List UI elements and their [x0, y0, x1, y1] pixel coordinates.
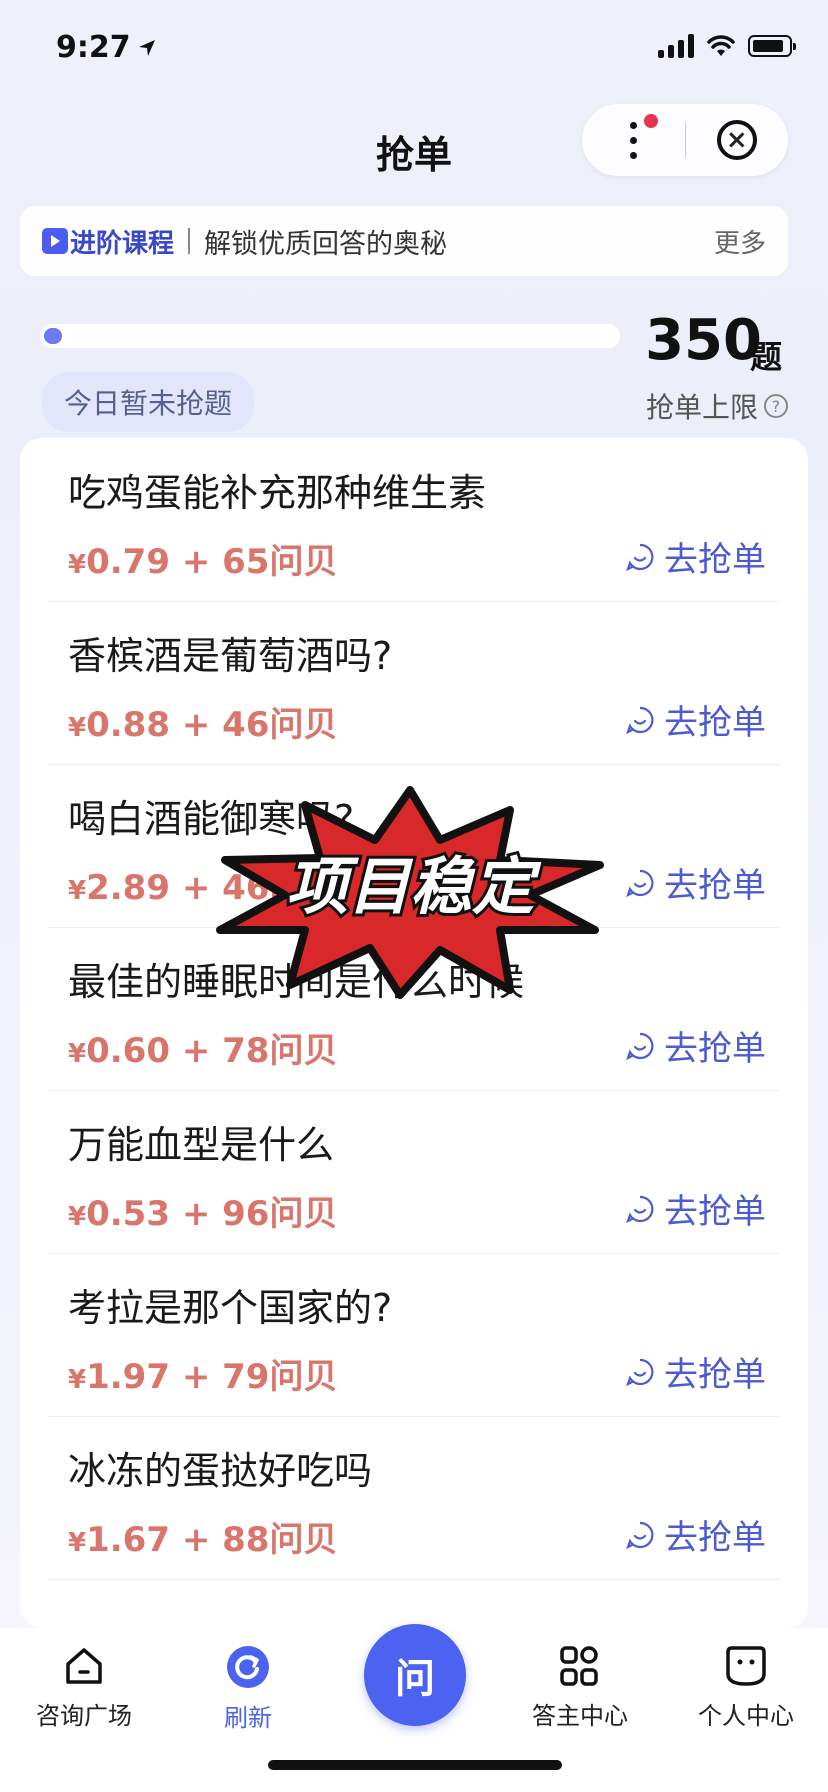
course-banner[interactable]: 进阶课程 解锁优质回答的奥秘 更多	[20, 206, 788, 276]
limit-label: 抢单上限	[645, 391, 758, 424]
item-price: ¥0.60 + 78问贝	[68, 1031, 338, 1071]
item-question: 考拉是那个国家的?	[68, 1286, 393, 1330]
item-price: ¥0.53 + 96问贝	[68, 1194, 338, 1234]
grab-order-button[interactable]: 去抢单	[626, 1021, 766, 1070]
grid-icon	[560, 1646, 598, 1686]
banner-tag: 进阶课程	[70, 228, 175, 259]
status-indicators	[658, 34, 796, 58]
grab-order-button[interactable]: 去抢单	[626, 695, 766, 744]
time-text: 9:27	[56, 30, 131, 65]
smile-icon	[626, 1521, 654, 1549]
banner-separator	[188, 228, 191, 254]
location-arrow-icon	[138, 39, 155, 56]
stamp-burst: 项目稳定	[216, 786, 604, 999]
tab-label: 咨询广场	[36, 1702, 132, 1730]
limit-value: 350	[645, 308, 762, 373]
grab-order-button[interactable]: 去抢单	[626, 532, 766, 581]
item-price: ¥1.67 + 88问贝	[68, 1520, 338, 1560]
grab-order-button[interactable]: 去抢单	[626, 1510, 766, 1559]
notification-dot	[644, 114, 658, 128]
more-dots-icon	[629, 121, 637, 159]
smile-icon	[626, 706, 654, 734]
smile-icon	[626, 543, 654, 571]
smile-icon	[626, 1195, 654, 1223]
close-button[interactable]: ×	[686, 104, 789, 176]
banner-more-link[interactable]: 更多	[714, 223, 766, 260]
signal-icon	[658, 34, 694, 58]
item-question: 香槟酒是葡萄酒吗?	[68, 634, 393, 678]
list-item: 考拉是那个国家的? ¥1.97 + 79问贝 去抢单	[48, 1253, 780, 1417]
ask-button[interactable]: 问	[364, 1624, 466, 1726]
order-list: 吃鸡蛋能补充那种维生素 ¥0.79 + 65问贝 去抢单 香槟酒是葡萄酒吗? ¥…	[20, 438, 808, 1628]
close-icon: ×	[716, 120, 757, 160]
grab-order-button[interactable]: 去抢单	[626, 1347, 766, 1396]
tab-label: 个人中心	[698, 1702, 794, 1730]
tab-personal-center[interactable]: 个人中心	[676, 1644, 816, 1731]
miniprogram-capsule: ×	[582, 104, 788, 176]
tab-refresh[interactable]: 刷新	[178, 1644, 318, 1733]
smile-icon	[626, 1032, 654, 1060]
limit-unit: 题	[749, 338, 782, 376]
list-item: 香槟酒是葡萄酒吗? ¥0.88 + 46问贝 去抢单	[48, 601, 780, 765]
grab-order-button[interactable]: 去抢单	[626, 858, 766, 907]
status-time: 9:27	[56, 30, 157, 65]
smile-icon	[626, 1358, 654, 1386]
banner-text: 解锁优质回答的奥秘	[204, 228, 448, 260]
item-question: 吃鸡蛋能补充那种维生素	[68, 471, 487, 515]
help-icon[interactable]: ?	[764, 394, 788, 418]
home-icon	[66, 1648, 102, 1684]
quota-progress-fill	[44, 328, 62, 344]
tab-label: 刷新	[224, 1704, 272, 1732]
grab-order-button[interactable]: 去抢单	[626, 1184, 766, 1233]
item-price: ¥0.79 + 65问贝	[68, 542, 338, 582]
wifi-icon	[707, 35, 735, 56]
tab-answerer-center[interactable]: 答主中心	[510, 1644, 650, 1731]
item-question: 万能血型是什么	[68, 1123, 335, 1167]
list-item: 吃鸡蛋能补充那种维生素 ¥0.79 + 65问贝 去抢单	[48, 438, 780, 602]
tab-consult[interactable]: 咨询广场	[14, 1644, 154, 1731]
item-question: 冰冻的蛋挞好吃吗	[68, 1449, 373, 1493]
list-item: 万能血型是什么 ¥0.53 + 96问贝 去抢单	[48, 1090, 780, 1254]
item-price: ¥1.97 + 79问贝	[68, 1357, 338, 1397]
smile-icon	[626, 869, 654, 897]
face-icon	[726, 1646, 766, 1686]
list-item: 冰冻的蛋挞好吃吗 ¥1.67 + 88问贝 去抢单	[48, 1416, 780, 1580]
battery-icon	[748, 35, 796, 57]
stamp-text: 项目稳定	[286, 850, 542, 923]
quota-progress-bar	[40, 324, 620, 348]
item-price: ¥0.88 + 46问贝	[68, 705, 338, 745]
more-button[interactable]	[582, 104, 685, 176]
home-indicator	[268, 1760, 562, 1770]
tab-label: 答主中心	[532, 1702, 628, 1730]
limit-label-row[interactable]: 抢单上限 ?	[646, 386, 788, 426]
today-status-pill: 今日暂未抢题	[42, 372, 255, 432]
play-icon	[42, 228, 68, 254]
refresh-icon	[227, 1646, 269, 1688]
